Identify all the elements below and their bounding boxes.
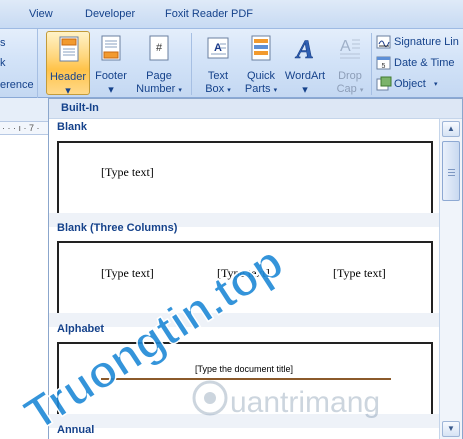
calendar-icon: 5 [376,56,391,70]
gallery-divider [49,313,439,327]
grip-line [448,169,455,170]
gallery-item-blank-three-columns[interactable]: [Type text] [Type text] [Type text] [57,241,433,313]
drop-cap-label-1: Drop [338,70,362,82]
title-rule [101,378,391,380]
scroll-down-button[interactable]: ▼ [442,421,460,437]
page-number-label-2: Number [136,83,176,95]
svg-text:A: A [340,38,351,55]
grip-line [448,175,455,176]
tab-foxit-reader-pdf[interactable]: Foxit Reader PDF [165,8,253,20]
placeholder-text: [Type text] [101,266,154,280]
object-button[interactable]: Object ▾ [376,76,463,94]
signature-line-icon [376,35,391,49]
horizontal-ruler: · · · ı · 7 · [0,121,48,135]
svg-text:A: A [294,35,313,61]
ruler-marks: · · · ı · 7 · [2,123,40,133]
wordart-icon: A [294,35,314,61]
gallery-scrollbar[interactable]: ▲ ▼ [439,119,462,439]
placeholder-text: [Type text] [217,266,270,280]
page-number-button[interactable]: # Page Number ▾ [136,31,182,95]
gallery-group-header: Built-In [49,99,462,119]
signature-line-button[interactable]: Signature Lin [376,34,463,52]
document-page[interactable] [0,135,48,439]
scroll-thumb[interactable] [442,141,460,201]
gallery-group-title: Built-In [61,102,99,114]
quick-parts-label-1: Quick [246,70,276,82]
header-label: Header [49,71,87,83]
quick-parts-label-2: Parts [244,83,271,95]
gallery-item-title: Annual [57,424,95,436]
gallery-divider [49,414,439,428]
footer-icon [101,35,121,61]
text-box-icon: A [207,37,229,59]
gallery-item-blank[interactable]: [Type text] [57,141,433,213]
header-icon [59,36,79,62]
drop-cap-dropdown-arrow: ▾ [359,87,364,94]
svg-text:#: # [156,42,163,54]
date-time-label: Date & Time [394,57,455,69]
grip-line [448,172,455,173]
drop-cap-icon: A [340,38,360,59]
text-box-label-1: Text [207,70,229,82]
gallery-item-title: Alphabet [57,323,105,335]
footer-button[interactable]: Footer ▾ [89,31,133,96]
tab-developer[interactable]: Developer [85,8,135,20]
footer-label: Footer [95,70,127,82]
group-separator [371,33,372,95]
page-number-icon: # [149,35,169,61]
object-dropdown-arrow: ▾ [434,81,438,88]
drop-cap-label-2: Cap [336,83,357,95]
text-box-label-2: Box [205,83,225,95]
gallery-item-title: Blank (Three Columns) [57,222,178,234]
fragment-text: k [0,57,6,69]
placeholder-text: [Type the document title] [195,364,294,374]
ribbon: s k erence Header ▾ Footer ▾ # Page Numb… [0,28,463,99]
ribbon-left-group-fragment: s k erence [0,29,38,99]
date-time-button[interactable]: 5 Date & Time [376,55,463,73]
gallery-item-alphabet[interactable]: [Type the document title] [57,342,433,414]
quick-parts-icon [251,35,271,61]
gallery-content: Blank [Type text] Blank (Three Columns) … [49,119,439,439]
signature-line-label: Signature Lin [394,36,459,48]
document-background [0,98,48,121]
svg-text:5: 5 [382,63,386,70]
wordart-label: WordArt [284,70,326,82]
object-icon [376,76,392,91]
page-number-dropdown-arrow: ▾ [178,87,182,94]
page-number-label-1: Page [146,70,172,82]
wordart-button[interactable]: A WordArt ▾ [283,31,327,96]
placeholder-text: [Type text] [333,266,386,280]
gallery-item-title: Blank [57,121,87,133]
placeholder-text: [Type text] [101,165,154,179]
ribbon-tab-bar: View Developer Foxit Reader PDF [0,0,463,28]
fragment-text: s [0,37,6,49]
tab-view[interactable]: View [29,8,53,20]
scroll-up-button[interactable]: ▲ [442,121,460,137]
header-gallery-dropdown: Built-In Blank [Type text] Blank (Three … [48,98,463,439]
drop-cap-button[interactable]: A Drop Cap ▾ [328,31,372,95]
object-label: Object [394,78,426,90]
fragment-text: erence [0,79,34,91]
text-box-dropdown-arrow: ▾ [227,87,231,94]
